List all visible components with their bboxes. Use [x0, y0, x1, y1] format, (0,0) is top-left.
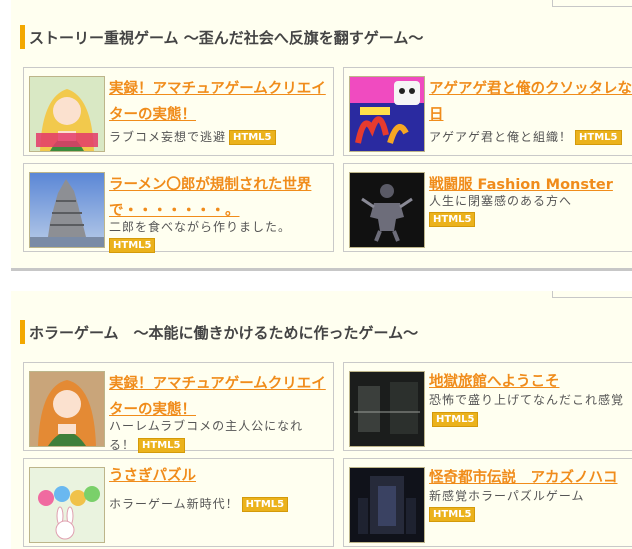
html5-badge: HTML5	[432, 412, 479, 427]
game-description-text: ラブコメ妄想で逃避	[109, 130, 227, 144]
dark-inn-thumbnail[interactable]	[349, 371, 425, 447]
top-corner-decoration	[552, 0, 632, 7]
html5-badge: HTML5	[429, 212, 476, 227]
game-description: ラブコメ妄想で逃避 HTML5	[109, 128, 339, 147]
game-description-text: 人生に閉塞感のある方へ	[429, 194, 573, 208]
game-title-link[interactable]: アゲアゲ君と俺のクソッタレな一日	[429, 76, 632, 128]
game-description: 新感覚ホラーパズルゲーム HTML5	[429, 487, 632, 522]
game-title-link[interactable]: 実録！アマチュアゲームクリエイターの実態！	[109, 371, 331, 423]
html5-badge: HTML5	[109, 238, 156, 253]
game-description-text: ホラーゲーム新時代！	[109, 497, 239, 511]
game-description: 二郎を食べながら作りました。 HTML5	[109, 218, 339, 253]
html5-badge: HTML5	[229, 130, 276, 145]
game-description-text: アゲアゲ君と俺と組織！	[429, 130, 573, 144]
game-card[interactable]: アゲアゲ君と俺のクソッタレな一日 アゲアゲ君と俺と組織！ HTML5	[343, 67, 632, 156]
harem-girl-thumbnail[interactable]	[29, 76, 105, 152]
section-title-horror: ホラーゲーム 〜本能に働きかけるために作ったゲーム〜	[20, 320, 418, 344]
game-card[interactable]: 戦闘服 Fashion Monster 人生に閉塞感のある方へ HTML5	[343, 163, 632, 252]
game-card[interactable]: 怪奇都市伝説 アカズノハコ 新感覚ホラーパズルゲーム HTML5	[343, 458, 632, 547]
game-card[interactable]: 実録！アマチュアゲームクリエイターの実態！ ハーレムラブコメの主人公になれる！ H…	[23, 362, 334, 453]
game-description: アゲアゲ君と俺と組織！ HTML5	[429, 128, 632, 147]
game-description-text: 新感覚ホラーパズルゲーム	[429, 489, 585, 503]
game-card[interactable]: 実録！アマチュアゲームクリエイターの実態！ ラブコメ妄想で逃避 HTML5	[23, 67, 334, 156]
html5-badge: HTML5	[575, 130, 622, 145]
game-title-link[interactable]: 怪奇都市伝説 アカズノハコ	[429, 467, 632, 489]
html5-badge: HTML5	[241, 497, 289, 512]
game-description: 人生に閉塞感のある方へ HTML5	[429, 192, 632, 227]
ramen-tower-thumbnail[interactable]	[29, 172, 105, 248]
game-title-link[interactable]: ラーメン〇郎が規制された世界で・・・・・・・。	[109, 172, 331, 224]
game-title-link[interactable]: 実録！アマチュアゲームクリエイターの実態！	[109, 76, 331, 128]
armored-monster-thumbnail[interactable]	[349, 172, 425, 248]
html5-badge: HTML5	[429, 507, 476, 522]
game-description: ハーレムラブコメの主人公になれる！ HTML5	[109, 417, 329, 455]
game-description: 恐怖で盛り上げてなんだこれ感覚 HTML5	[429, 391, 632, 429]
ageage-cartoon-thumbnail[interactable]	[349, 76, 425, 152]
game-card[interactable]: うさぎパズル ホラーゲーム新時代！ HTML5	[23, 458, 334, 547]
game-description-text: 二郎を食べながら作りました。	[109, 220, 292, 234]
dark-corridor-thumbnail[interactable]	[349, 467, 425, 543]
section-title-story: ストーリー重視ゲーム 〜歪んだ社会へ反旗を翻すゲーム〜	[20, 25, 423, 49]
harem-girl-thumbnail[interactable]	[29, 371, 105, 447]
section-corner-decoration	[552, 291, 632, 298]
game-title-link[interactable]: うさぎパズル	[109, 463, 331, 489]
game-description-text: 恐怖で盛り上げてなんだこれ感覚	[429, 393, 625, 407]
rabbit-puzzle-thumbnail[interactable]	[29, 467, 105, 543]
html5-badge: HTML5	[138, 438, 185, 453]
game-card[interactable]: ラーメン〇郎が規制された世界で・・・・・・・。 二郎を食べながら作りました。 HT…	[23, 163, 334, 253]
section-divider	[11, 268, 632, 271]
game-description: ホラーゲーム新時代！ HTML5	[109, 495, 339, 514]
game-title-link[interactable]: 地獄旅館へようこそ	[429, 371, 632, 393]
game-card[interactable]: 地獄旅館へようこそ 恐怖で盛り上げてなんだこれ感覚 HTML5	[343, 362, 632, 451]
